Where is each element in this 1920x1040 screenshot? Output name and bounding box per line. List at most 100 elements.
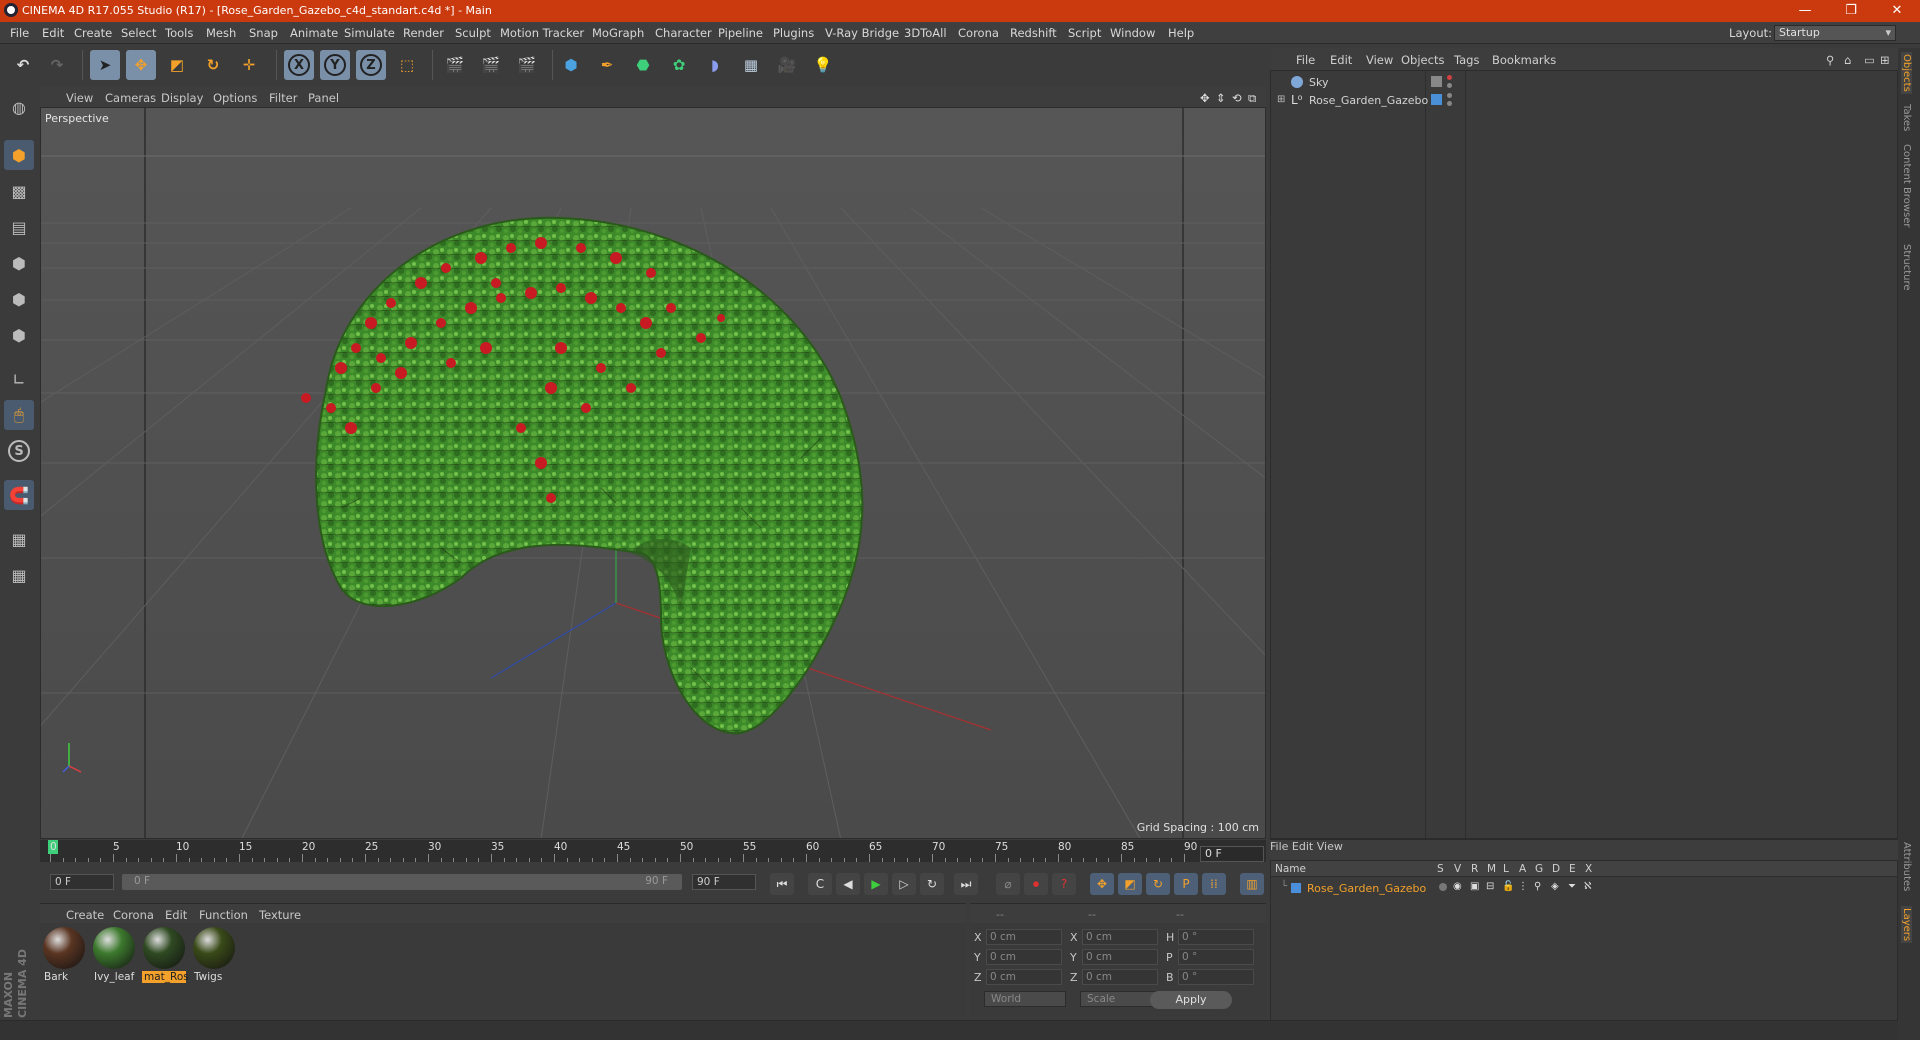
layer-render-icon[interactable]: ▣ <box>1470 881 1479 892</box>
material-menu-corona[interactable]: Corona <box>113 908 154 922</box>
tweak-mode-button[interactable]: 🖱 <box>4 400 34 430</box>
render-visibility-dot[interactable] <box>1447 83 1452 88</box>
redo-button[interactable]: ↷ <box>42 50 72 80</box>
record-keys-button[interactable]: ⌀ <box>996 873 1020 895</box>
material-ivy-leaf[interactable]: Ivy_leaf <box>92 927 136 983</box>
material-menu-create[interactable]: Create <box>66 908 104 922</box>
menu-sculpt[interactable]: Sculpt <box>455 26 491 40</box>
keyframe-selection-button[interactable]: ? <box>1052 873 1076 895</box>
menu-mograph[interactable]: MoGraph <box>592 26 644 40</box>
key-pla-button[interactable]: ⁞⁞ <box>1202 873 1226 895</box>
size-y-field[interactable]: 0 cm <box>1082 949 1158 965</box>
layers-menu-view[interactable]: View <box>1317 840 1343 853</box>
edges-mode-button[interactable]: ⬢ <box>4 284 34 314</box>
layer-xref-icon[interactable]: ℵ <box>1584 881 1591 892</box>
menu-vray-bridge[interactable]: V-Ray Bridge <box>825 26 899 40</box>
start-frame-field[interactable]: 0 F <box>50 874 114 890</box>
menu-pipeline[interactable]: Pipeline <box>718 26 763 40</box>
side-tab-layers[interactable]: Layers <box>1901 906 1912 944</box>
viewport-menu-options[interactable]: Options <box>213 91 257 105</box>
add-array-button[interactable]: ✿ <box>664 50 694 80</box>
next-frame-button[interactable]: ▷ <box>892 873 916 895</box>
menu-window[interactable]: Window <box>1110 26 1155 40</box>
model-mode-button[interactable]: ⬢ <box>4 140 34 170</box>
menu-help[interactable]: Help <box>1168 26 1194 40</box>
key-parameter-button[interactable]: P <box>1174 873 1198 895</box>
objects-menu-file[interactable]: File <box>1296 53 1315 67</box>
scale-tool-button[interactable]: ◩ <box>162 50 192 80</box>
current-frame-field[interactable]: 0 F <box>1200 846 1264 862</box>
objects-menu-objects[interactable]: Objects <box>1401 53 1444 67</box>
side-tab-takes[interactable]: Takes <box>1901 104 1912 131</box>
rot-p-field[interactable]: 0 ° <box>1178 949 1254 965</box>
viewport-dolly-icon[interactable]: ⇕ <box>1216 91 1226 105</box>
next-key-button[interactable]: ↻ <box>920 873 944 895</box>
pos-z-field[interactable]: 0 cm <box>986 969 1062 985</box>
menu-corona[interactable]: Corona <box>958 26 999 40</box>
minimize-button[interactable]: — <box>1782 1 1828 21</box>
timeline-ruler[interactable]: 0 5 10 15 20 25 30 35 40 45 50 55 60 65 70 75 80 85 90 <box>40 840 1266 862</box>
menu-create[interactable]: Create <box>74 26 112 40</box>
goto-end-button[interactable]: ⏭ <box>954 873 978 895</box>
select-tool-button[interactable]: ➤ <box>90 50 120 80</box>
render-settings-button[interactable]: 🎬 <box>512 50 542 80</box>
object-panel-menu-icon[interactable]: ⊞ <box>1880 53 1890 67</box>
side-tab-structure[interactable]: Structure <box>1901 244 1912 291</box>
render-visibility-dot[interactable] <box>1447 101 1452 106</box>
viewport-orbit-icon[interactable]: ⟲ <box>1232 91 1242 105</box>
layer-row-rose-garden-gazebo[interactable]: └ Rose_Garden_Gazebo ◉ ▣ ⊟ 🔓 ⋮ ⚲ ◈ ⏷ ℵ <box>1271 879 1897 897</box>
viewport-menu-display[interactable]: Display <box>161 91 203 105</box>
perspective-viewport[interactable]: Perspective Grid Spacing : 100 cm <box>40 107 1266 839</box>
end-frame-field[interactable]: 90 F <box>692 874 756 890</box>
side-tab-objects[interactable]: Objects <box>1901 52 1912 94</box>
menu-motion-tracker[interactable]: Motion Tracker <box>500 26 584 40</box>
menu-animate[interactable]: Animate <box>290 26 338 40</box>
goto-start-button[interactable]: ⏮ <box>770 873 794 895</box>
material-bark[interactable]: Bark <box>42 927 86 983</box>
layer-eye-icon[interactable]: ◉ <box>1453 881 1462 892</box>
restore-button[interactable]: ❐ <box>1828 1 1874 21</box>
key-rotation-button[interactable]: ↻ <box>1146 873 1170 895</box>
pos-x-field[interactable]: 0 cm <box>986 929 1062 945</box>
material-menu-texture[interactable]: Texture <box>259 908 301 922</box>
play-button[interactable]: ▶ <box>864 873 888 895</box>
timeline-window-button[interactable]: ▥ <box>1240 873 1264 895</box>
key-scale-button[interactable]: ◩ <box>1118 873 1142 895</box>
object-row-sky[interactable]: Sky <box>1271 73 1897 91</box>
menu-character[interactable]: Character <box>655 26 712 40</box>
menu-script[interactable]: Script <box>1068 26 1101 40</box>
frame-range-slider[interactable]: 0 F 90 F <box>122 874 682 890</box>
workplane-align-button[interactable]: ▦ <box>4 560 34 590</box>
layer-color-swatch[interactable] <box>1291 883 1301 893</box>
layer-manager-icon[interactable]: ⊟ <box>1486 881 1494 892</box>
render-picture-viewer-button[interactable]: 🎬 <box>476 50 506 80</box>
add-cube-button[interactable]: ⬢ <box>556 50 586 80</box>
object-row-rose-garden-gazebo[interactable]: ⊞ L⁰ Rose_Garden_Gazebo <box>1271 91 1897 109</box>
menu-mesh[interactable]: Mesh <box>206 26 236 40</box>
render-view-button[interactable]: 🎬 <box>440 50 470 80</box>
rot-b-field[interactable]: 0 ° <box>1178 969 1254 985</box>
side-tab-attributes[interactable]: Attributes <box>1901 842 1912 891</box>
menu-3dtoall[interactable]: 3DToAll <box>904 26 947 40</box>
expand-plus-icon[interactable]: ⊞ <box>1277 94 1285 105</box>
snap-button[interactable]: 🧲 <box>4 480 34 510</box>
points-mode-button[interactable]: ⬢ <box>4 248 34 278</box>
viewport-menu-cameras[interactable]: Cameras <box>105 91 156 105</box>
menu-file[interactable]: File <box>10 26 29 40</box>
viewport-menu-panel[interactable]: Panel <box>308 91 339 105</box>
coordinate-mode-select[interactable]: World <box>984 991 1066 1007</box>
objects-menu-view[interactable]: View <box>1366 53 1393 67</box>
pos-y-field[interactable]: 0 cm <box>986 949 1062 965</box>
axis-x-button[interactable]: X <box>284 50 314 80</box>
material-menu-edit[interactable]: Edit <box>165 908 187 922</box>
layer-animation-icon[interactable]: ⋮ <box>1518 881 1528 892</box>
editor-visibility-dot[interactable] <box>1447 75 1452 80</box>
prev-key-button[interactable]: C <box>808 873 832 895</box>
menu-redshift[interactable]: Redshift <box>1010 26 1057 40</box>
objects-menu-bookmarks[interactable]: Bookmarks <box>1492 53 1556 67</box>
material-twigs[interactable]: Twigs <box>192 927 236 983</box>
polygons-mode-button[interactable]: ⬢ <box>4 320 34 350</box>
axis-z-button[interactable]: Z <box>356 50 386 80</box>
menu-simulate[interactable]: Simulate <box>344 26 395 40</box>
add-spline-button[interactable]: ✒ <box>592 50 622 80</box>
